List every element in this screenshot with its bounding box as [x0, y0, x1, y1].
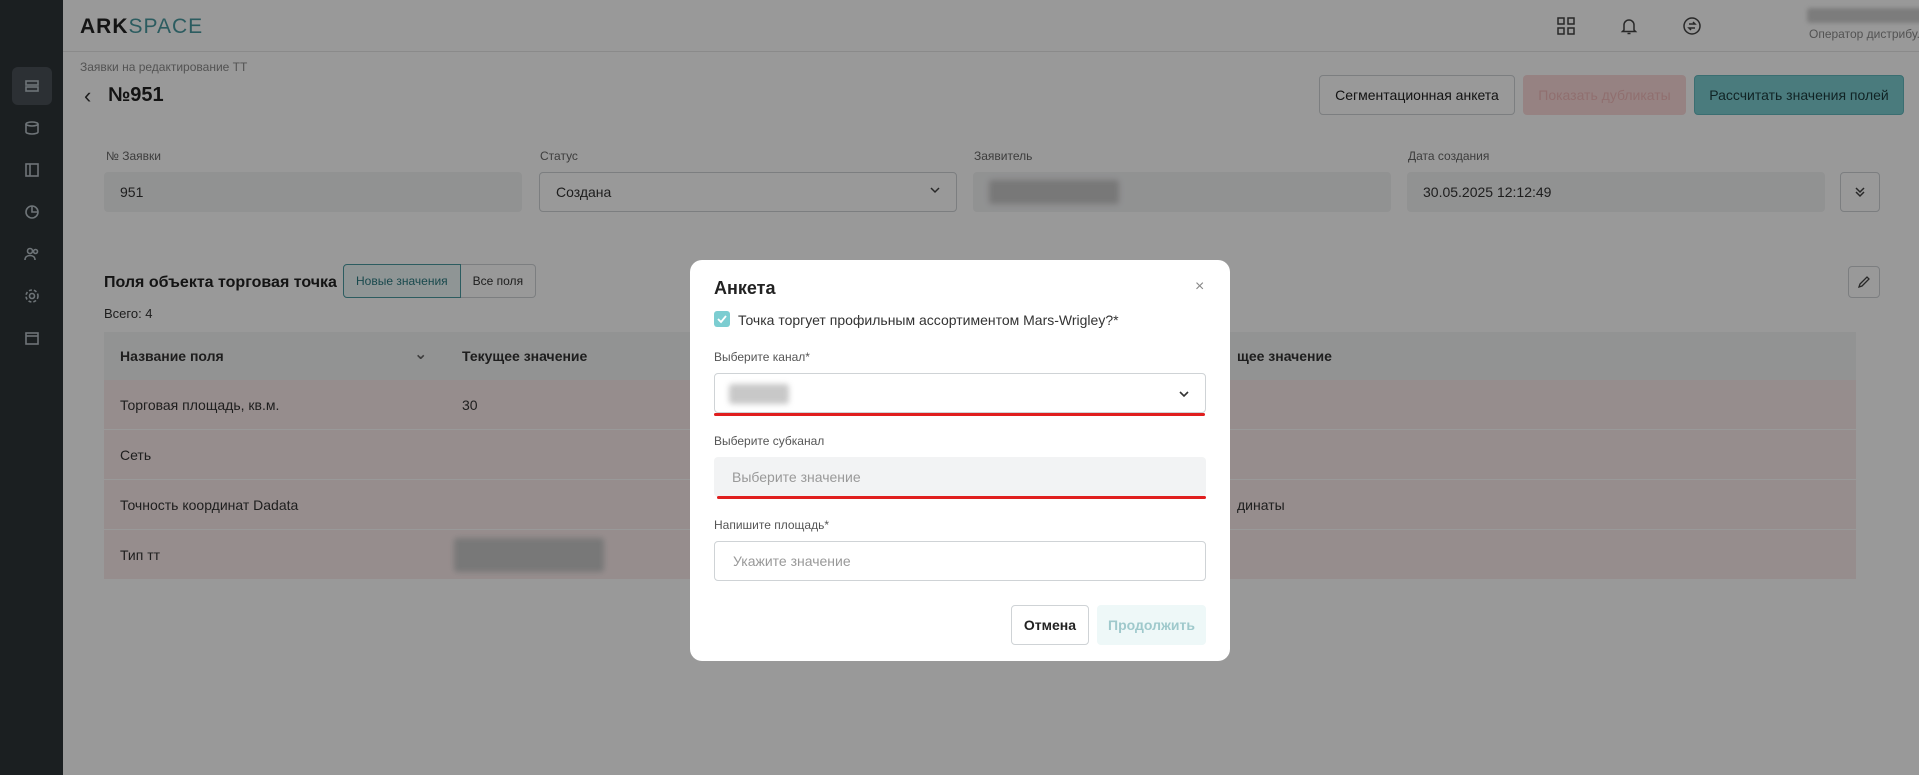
area-placeholder: Укажите значение — [733, 553, 851, 569]
checkmark-icon — [717, 315, 727, 324]
highlight-underline — [717, 496, 1206, 499]
channel-select[interactable] — [714, 373, 1206, 413]
cancel-button[interactable]: Отмена — [1011, 605, 1089, 645]
subchannel-placeholder: Выберите значение — [732, 469, 861, 485]
assortment-checkbox-label: Точка торгует профильным ассортиментом M… — [738, 312, 1119, 328]
subchannel-label: Выберите субканал — [714, 434, 825, 448]
modal-title: Анкета — [714, 278, 776, 298]
highlight-underline — [714, 413, 1205, 416]
chevron-down-icon — [1179, 391, 1189, 398]
close-icon[interactable]: × — [1195, 278, 1204, 296]
continue-button[interactable]: Продолжить — [1097, 605, 1206, 645]
channel-label: Выберите канал* — [714, 350, 810, 364]
channel-value-redacted — [729, 384, 789, 404]
subchannel-select[interactable]: Выберите значение — [714, 457, 1206, 497]
assortment-checkbox[interactable] — [714, 311, 730, 327]
area-label: Напишите площадь* — [714, 518, 830, 532]
area-input[interactable]: Укажите значение — [714, 541, 1206, 581]
questionnaire-modal: Анкета × Точка торгует профильным ассорт… — [690, 260, 1230, 661]
